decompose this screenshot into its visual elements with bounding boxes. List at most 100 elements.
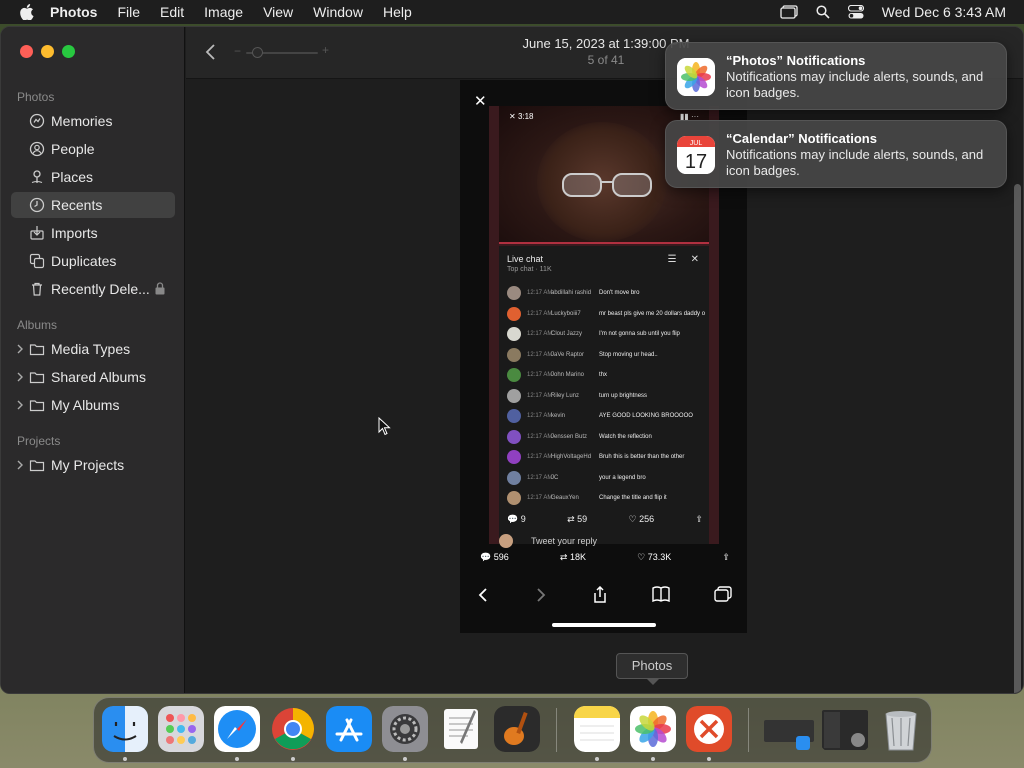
- sidebar-item-imports[interactable]: Imports: [11, 220, 175, 246]
- people-icon: [29, 141, 45, 157]
- chat-message-row: 12:17 AM JC your a legend bro: [507, 469, 703, 490]
- sidebar-item-media-types[interactable]: Media Types: [11, 336, 175, 362]
- chevron-right-icon[interactable]: [15, 399, 25, 411]
- chat-filter-icon: ☰: [667, 254, 677, 265]
- zoom-window-button[interactable]: [62, 45, 75, 58]
- trash-dock-icon[interactable]: [878, 706, 924, 752]
- window-switcher-icon[interactable]: [780, 5, 798, 19]
- sidebar-item-places[interactable]: Places: [11, 164, 175, 190]
- sidebar-item-duplicates[interactable]: Duplicates: [11, 248, 175, 274]
- sidebar-item-my-albums[interactable]: My Albums: [11, 392, 175, 418]
- nav-share-icon: [594, 586, 606, 603]
- reply-count: 💬 596: [480, 552, 509, 562]
- chevron-right-icon[interactable]: [15, 343, 25, 355]
- textedit-icon[interactable]: [438, 706, 484, 752]
- live-chat-panel: Live chat Top chat · 11K ☰ ✕ 12:17 AM abd…: [499, 246, 709, 544]
- vertical-scrollbar[interactable]: [1014, 184, 1021, 693]
- chat-time: 12:17 AM: [527, 331, 553, 337]
- chat-text: Don't move bro: [599, 290, 640, 296]
- duplicates-icon: [29, 253, 45, 269]
- notification-title: “Photos” Notifications: [726, 53, 866, 68]
- sidebar-item-my-projects[interactable]: My Projects: [11, 452, 175, 478]
- sidebar-item-recents[interactable]: Recents: [11, 192, 175, 218]
- zoom-slider-knob[interactable]: [252, 47, 263, 58]
- notification-title: “Calendar” Notifications: [726, 131, 877, 146]
- sidebar-item-label: Memories: [51, 113, 113, 129]
- sidebar-item-people[interactable]: People: [11, 136, 175, 162]
- finder-running-dot: [123, 757, 127, 761]
- sidebar-item-label: Recents: [51, 197, 103, 213]
- photos-dock-icon[interactable]: [630, 706, 676, 752]
- menu-app-photos[interactable]: Photos: [50, 4, 97, 20]
- notes-icon[interactable]: [574, 706, 620, 752]
- minimize-window-button[interactable]: [41, 45, 54, 58]
- chat-author: kevin: [551, 413, 566, 419]
- photos-notification[interactable]: “Photos” Notifications Notifications may…: [665, 42, 1007, 110]
- avatar: [507, 450, 521, 464]
- memories-icon: [29, 113, 45, 129]
- notes-running-dot: [595, 757, 599, 761]
- chrome-running-dot: [291, 757, 295, 761]
- sidebar-item-recently-deleted[interactable]: Recently Dele...: [11, 276, 175, 302]
- menu-view[interactable]: View: [263, 4, 293, 20]
- menu-file[interactable]: File: [117, 4, 140, 20]
- inner-like-count: ♡ 256: [628, 514, 655, 524]
- menu-edit[interactable]: Edit: [160, 4, 184, 20]
- phone-status-time: ✕ 3:18: [509, 112, 534, 121]
- control-center-icon[interactable]: [847, 5, 864, 19]
- remote-running-dot: [707, 757, 711, 761]
- menu-image[interactable]: Image: [204, 4, 243, 20]
- chat-time: 12:17 AM: [527, 351, 553, 358]
- window-preview-2-icon[interactable]: [820, 706, 870, 752]
- avatar: [507, 491, 521, 505]
- chevron-right-icon[interactable]: [15, 459, 25, 471]
- chat-author: GeauxYen: [551, 495, 579, 501]
- close-window-button[interactable]: [20, 45, 33, 58]
- glasses-reflection: [562, 173, 652, 197]
- avatar: [507, 429, 521, 444]
- apple-menu-icon[interactable]: [20, 4, 34, 20]
- inner-share-icon: ⇪: [695, 514, 703, 524]
- menubar-clock[interactable]: Wed Dec 6 3:43 AM: [882, 4, 1006, 20]
- zoom-slider[interactable]: − +: [234, 43, 330, 58]
- avatar: [507, 388, 521, 403]
- avatar: [507, 347, 521, 362]
- zoom-out-icon[interactable]: −: [234, 44, 241, 58]
- chat-message-row: 12:17 AM Luckyboiii7 mr beast pls give me …: [507, 305, 705, 326]
- sidebar-item-label: Imports: [51, 225, 98, 241]
- calendar-notification[interactable]: JUL 17 “Calendar” Notifications Notifica…: [665, 120, 1007, 188]
- back-chevron-icon[interactable]: [204, 43, 218, 61]
- chat-time: 12:17 AM: [527, 372, 553, 378]
- remote-desktop-icon[interactable]: [686, 706, 732, 752]
- chat-time: 12:17 AM: [527, 454, 553, 460]
- system-settings-icon[interactable]: [382, 706, 428, 752]
- sidebar-item-label: My Projects: [51, 457, 125, 473]
- safari-icon[interactable]: [214, 706, 260, 752]
- safari-running-dot: [235, 757, 239, 761]
- avatar: [507, 470, 521, 485]
- sidebar-item-shared-albums[interactable]: Shared Albums: [11, 364, 175, 390]
- sidebar-item-label: People: [51, 141, 95, 157]
- chevron-right-icon[interactable]: [15, 371, 25, 383]
- sidebar-section-albums: Albums: [17, 318, 58, 332]
- chrome-icon[interactable]: [270, 706, 316, 752]
- launchpad-icon[interactable]: [158, 706, 204, 752]
- spotlight-search-icon[interactable]: [816, 5, 830, 19]
- garageband-icon[interactable]: [494, 706, 540, 752]
- calendar-app-icon: JUL 17: [677, 136, 715, 174]
- chat-message-list: 12:17 AM abdillahi rashid Don't move bro 12…: [507, 284, 705, 510]
- window-controls: [20, 45, 75, 58]
- zoom-in-icon[interactable]: +: [322, 43, 329, 57]
- chat-time: 12:17 AM: [527, 495, 553, 501]
- finder-icon[interactable]: [102, 706, 148, 752]
- window-preview-icon[interactable]: [762, 706, 816, 752]
- nav-bookmarks-icon: [652, 586, 670, 602]
- menu-window[interactable]: Window: [313, 4, 363, 20]
- notification-body: Notifications may include alerts, sounds…: [726, 147, 984, 178]
- app-store-icon[interactable]: [326, 706, 372, 752]
- imports-icon: [30, 226, 44, 240]
- sidebar-item-memories[interactable]: Memories: [11, 108, 175, 134]
- calendar-day: 17: [685, 151, 707, 173]
- avatar: [507, 306, 521, 321]
- menu-help[interactable]: Help: [383, 4, 412, 20]
